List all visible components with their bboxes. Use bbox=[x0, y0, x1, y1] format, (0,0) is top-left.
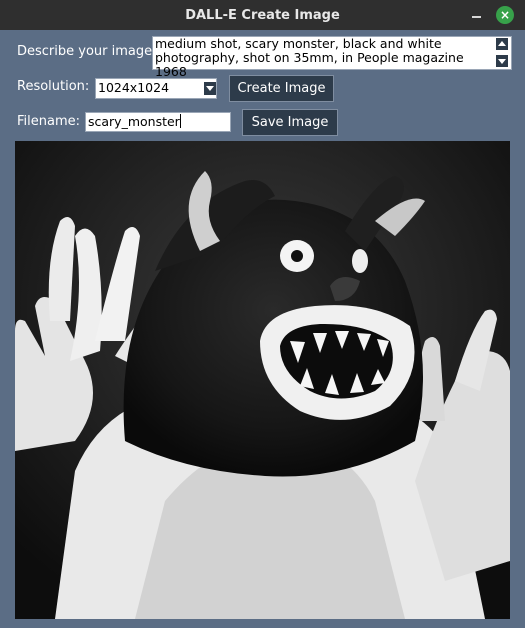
describe-label: Describe your image: bbox=[17, 44, 157, 59]
resolution-label: Resolution: bbox=[17, 79, 90, 94]
filename-label: Filename: bbox=[17, 114, 81, 129]
prompt-textarea[interactable]: medium shot, scary monster, black and wh… bbox=[152, 36, 512, 79]
scroll-up-icon[interactable] bbox=[496, 38, 508, 50]
resolution-select[interactable]: 1024x1024 bbox=[95, 78, 217, 99]
text-cursor bbox=[179, 114, 181, 128]
create-image-button[interactable]: Create Image bbox=[229, 75, 334, 102]
chevron-down-icon[interactable] bbox=[204, 82, 216, 95]
filename-input[interactable]: scary_monster bbox=[85, 112, 231, 132]
filename-value: scary_monster bbox=[88, 114, 180, 129]
close-icon[interactable]: × bbox=[496, 6, 514, 24]
save-image-button[interactable]: Save Image bbox=[242, 109, 338, 136]
window-titlebar: DALL-E Create Image × bbox=[0, 0, 525, 30]
prompt-text[interactable]: medium shot, scary monster, black and wh… bbox=[155, 37, 493, 79]
main-panel: Describe your image: medium shot, scary … bbox=[0, 30, 525, 628]
monster-image-icon bbox=[15, 141, 510, 619]
minimize-icon[interactable] bbox=[471, 8, 483, 20]
resolution-value: 1024x1024 bbox=[98, 80, 170, 95]
create-image-label: Create Image bbox=[237, 81, 326, 96]
generated-image bbox=[15, 141, 510, 619]
save-image-label: Save Image bbox=[251, 115, 329, 130]
window-title: DALL-E Create Image bbox=[185, 7, 340, 23]
scroll-down-icon[interactable] bbox=[496, 55, 508, 67]
